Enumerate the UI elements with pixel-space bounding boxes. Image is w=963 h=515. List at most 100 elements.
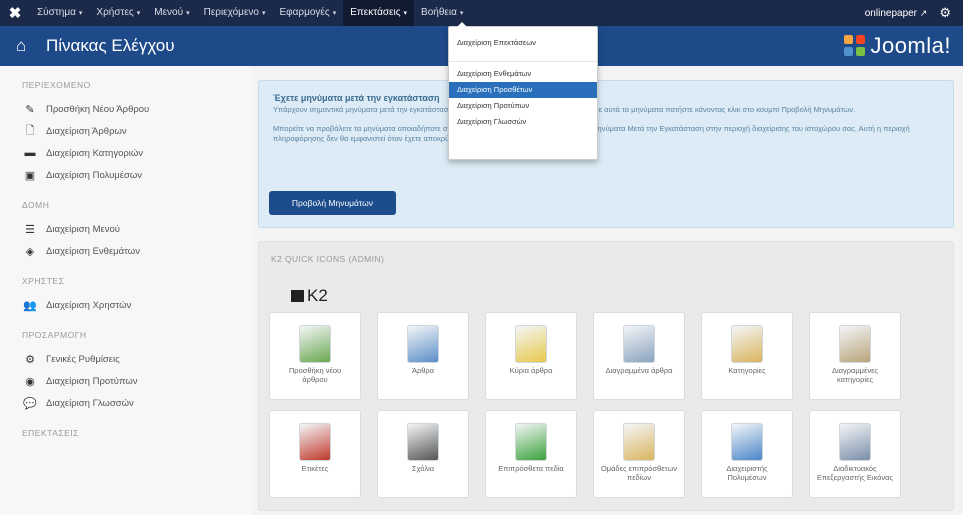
sidebar-heading-configuration: ΠΡΟΣΑΡΜΟΓΗ (22, 330, 87, 340)
gear-icon[interactable]: ⚙ (939, 5, 951, 21)
sidebar-item-label: Διαχείριση Γλωσσών (46, 397, 134, 409)
sidebar-item-categories[interactable]: ▬ Διαχείριση Κατηγοριών (22, 142, 252, 164)
dropdown-arrow (457, 22, 467, 27)
documents-icon (407, 325, 439, 363)
menu-label: Περιεχόμενο (203, 7, 259, 18)
sidebar-heading-extensions: ΕΠΕΚΤΑΣΕΙΣ (22, 428, 79, 438)
quick-icon-label: Σχόλια (411, 464, 435, 473)
quick-icon-tile[interactable]: Διαδικτυακός Επεξεργαστής Εικόνας (809, 410, 901, 498)
top-menu: Σύστημα ▾ Χρήστες ▾ Μενού ▾ Περιεχόμενο ▾ Εφ… (30, 0, 470, 26)
quick-icon-tile[interactable]: Άρθρα (377, 312, 469, 400)
sidebar-item-global-config[interactable]: ⚙ Γενικές Ρυθμίσεις (22, 348, 252, 370)
quick-icon-tile[interactable]: Επιπρόσθετα πεδία (485, 410, 577, 498)
top-navbar: ✖ Σύστημα ▾ Χρήστες ▾ Μενού ▾ Περιεχόμενο ▾ … (0, 0, 963, 26)
sidebar-heading-content: ΠΕΡΙΕΧΟΜΕΝΟ (22, 80, 91, 90)
quick-icon-label: Διαδικτυακός Επεξεργαστής Εικόνας (816, 464, 894, 482)
main-content: Έχετε μηνύματα μετά την εγκατάσταση Υπάρ… (258, 80, 954, 511)
k2-logo: K2 (291, 286, 328, 306)
quick-icon-tile[interactable]: Κατηγορίες (701, 312, 793, 400)
caret-icon: ▾ (403, 10, 408, 17)
comments-icon: 💬 (23, 397, 37, 410)
dropdown-item-module-manager[interactable]: Διαχείριση Ενθεμάτων (449, 66, 597, 82)
menu-label: Μενού (154, 7, 184, 18)
quick-icon-tile[interactable]: Ετικέτες (269, 410, 361, 498)
quick-icon-label: Ομάδες επιπρόσθετων πεδίων (600, 464, 678, 482)
site-name: onlinepaper (864, 7, 918, 19)
sidebar-item-label: Διαχείριση Προτύπων (46, 375, 138, 387)
media-manager-icon (731, 423, 763, 461)
cube-icon: ◈ (25, 245, 35, 258)
dropdown-item-language-manager[interactable]: Διαχείριση Γλωσσών (449, 114, 597, 130)
sidebar-item-languages[interactable]: 💬 Διαχείριση Γλωσσών (22, 392, 252, 414)
menu-label: Επεκτάσεις (350, 7, 401, 18)
quick-icon-tile[interactable]: Ομάδες επιπρόσθετων πεδίων (593, 410, 685, 498)
caret-icon: ▾ (186, 10, 190, 17)
caret-icon: ▾ (136, 10, 141, 17)
joomla-logo[interactable]: Joomla! (844, 33, 951, 59)
menu-users[interactable]: Χρήστες ▾ (89, 0, 147, 26)
quick-icon-tile[interactable]: Διαγραμμένες κατηγορίες (809, 312, 901, 400)
sidebar-item-modules[interactable]: ◈ Διαχείριση Ενθεμάτων (22, 240, 252, 262)
extensions-dropdown: Διαχείριση Επεκτάσεων Διαχείριση Ενθεμάτ… (448, 22, 598, 160)
dropdown-divider (449, 61, 597, 62)
quick-icon-tile[interactable]: Προσθήκη νέου άρθρου (269, 312, 361, 400)
quick-icons-heading: K2 QUICK ICONS (ADMIN) (271, 254, 385, 264)
image-editor-icon (839, 423, 871, 461)
quick-icon-label: Διαχειριστής Πολυμέσων (726, 464, 768, 482)
menu-extensions[interactable]: Επεκτάσεις ▾ (343, 0, 415, 26)
menu-content[interactable]: Περιεχόμενο ▾ (197, 0, 273, 26)
menu-label: Σύστημα (37, 7, 76, 18)
sidebar-item-label: Προσθήκη Νέου Άρθρου (46, 103, 150, 115)
sidebar-item-users[interactable]: 👥 Διαχείριση Χρηστών (22, 294, 252, 316)
menu-menus[interactable]: Μενού ▾ (147, 0, 196, 26)
joomla-x-icon[interactable]: ✖ (0, 4, 30, 22)
sidebar: ΠΕΡΙΕΧΟΜΕΝΟ ✎ Προσθήκη Νέου Άρθρου 🗋 Διαχε… (0, 66, 252, 515)
menu-label: Εφαρμογές (279, 7, 330, 18)
dropdown-item-template-manager[interactable]: Διαχείριση Προτύπων (449, 98, 597, 114)
quick-icon-tile[interactable]: Διαγραμμένα άρθρα (593, 312, 685, 400)
sidebar-item-label: Διαχείριση Ενθεμάτων (46, 245, 140, 257)
sidebar-item-templates[interactable]: ◉ Διαχείριση Προτύπων (22, 370, 252, 392)
list-icon: ☰ (25, 223, 35, 236)
menu-label: Βοήθεια (421, 7, 457, 18)
k2-logo-text: K2 (307, 286, 328, 305)
external-link-icon: ↗ (919, 7, 928, 18)
sidebar-item-menus[interactable]: ☰ Διαχείριση Μενού (22, 218, 252, 240)
sidebar-item-label: Διαχείριση Μενού (46, 223, 120, 235)
dropdown-item-extension-manager[interactable]: Διαχείριση Επεκτάσεων (449, 35, 597, 51)
quick-icon-label: Προσθήκη νέου άρθρου (288, 366, 342, 384)
postinstall-alert: Έχετε μηνύματα μετά την εγκατάσταση Υπάρ… (258, 80, 954, 228)
quick-icon-label: Διαγραμμένα άρθρα (605, 366, 673, 375)
quick-icon-label: Κύρια άρθρα (509, 366, 553, 375)
sidebar-heading-structure: ΔΟΜΗ (22, 200, 50, 210)
document-icon: 🗋 (25, 124, 35, 137)
quick-icon-label: Κατηγορίες (728, 366, 766, 375)
trash-folders-icon (839, 325, 871, 363)
home-icon: ⌂ (16, 36, 27, 55)
quick-icon-tile[interactable]: Κύρια άρθρα (485, 312, 577, 400)
sidebar-item-label: Διαχείριση Άρθρων (46, 125, 127, 137)
quick-icon-label: Επιπρόσθετα πεδία (498, 464, 564, 473)
sidebar-item-label: Διαχείριση Κατηγοριών (46, 147, 144, 159)
alert-title: Έχετε μηνύματα μετά την εγκατάσταση (273, 93, 440, 103)
k2-quick-icons-panel: K2 QUICK ICONS (ADMIN) K2 Προσθήκη νέου … (258, 241, 954, 511)
folder-icon: ▬ (24, 147, 36, 159)
menu-system[interactable]: Σύστημα ▾ (30, 0, 89, 26)
alert-text-2: Μπορείτε να προβάλετε τα μηνύματα οποιαδ… (273, 123, 910, 144)
caret-icon: ▾ (332, 10, 337, 17)
menu-components[interactable]: Εφαρμογές ▾ (272, 0, 343, 26)
site-link[interactable]: onlinepaper ↗ (865, 8, 928, 19)
caret-icon: ▾ (261, 10, 266, 17)
quick-icon-tile[interactable]: Σχόλια (377, 410, 469, 498)
sidebar-item-add-article[interactable]: ✎ Προσθήκη Νέου Άρθρου (22, 98, 252, 120)
view-messages-button[interactable]: Προβολή Μηνυμάτων (269, 191, 396, 215)
sidebar-item-label: Διαχείριση Χρηστών (46, 299, 132, 311)
k2-logo-icon (291, 290, 304, 302)
pencil-icon: ✎ (25, 103, 35, 116)
sidebar-item-articles[interactable]: 🗋 Διαχείριση Άρθρων (22, 120, 252, 142)
dropdown-item-plugin-manager[interactable]: Διαχείριση Προσθέτων (449, 82, 597, 98)
sidebar-item-media[interactable]: ▣ Διαχείριση Πολυμέσων (22, 164, 252, 186)
quick-icon-tile[interactable]: Διαχειριστής Πολυμέσων (701, 410, 793, 498)
joomla-logo-text: Joomla! (870, 33, 951, 58)
menu-label: Χρήστες (96, 7, 134, 18)
